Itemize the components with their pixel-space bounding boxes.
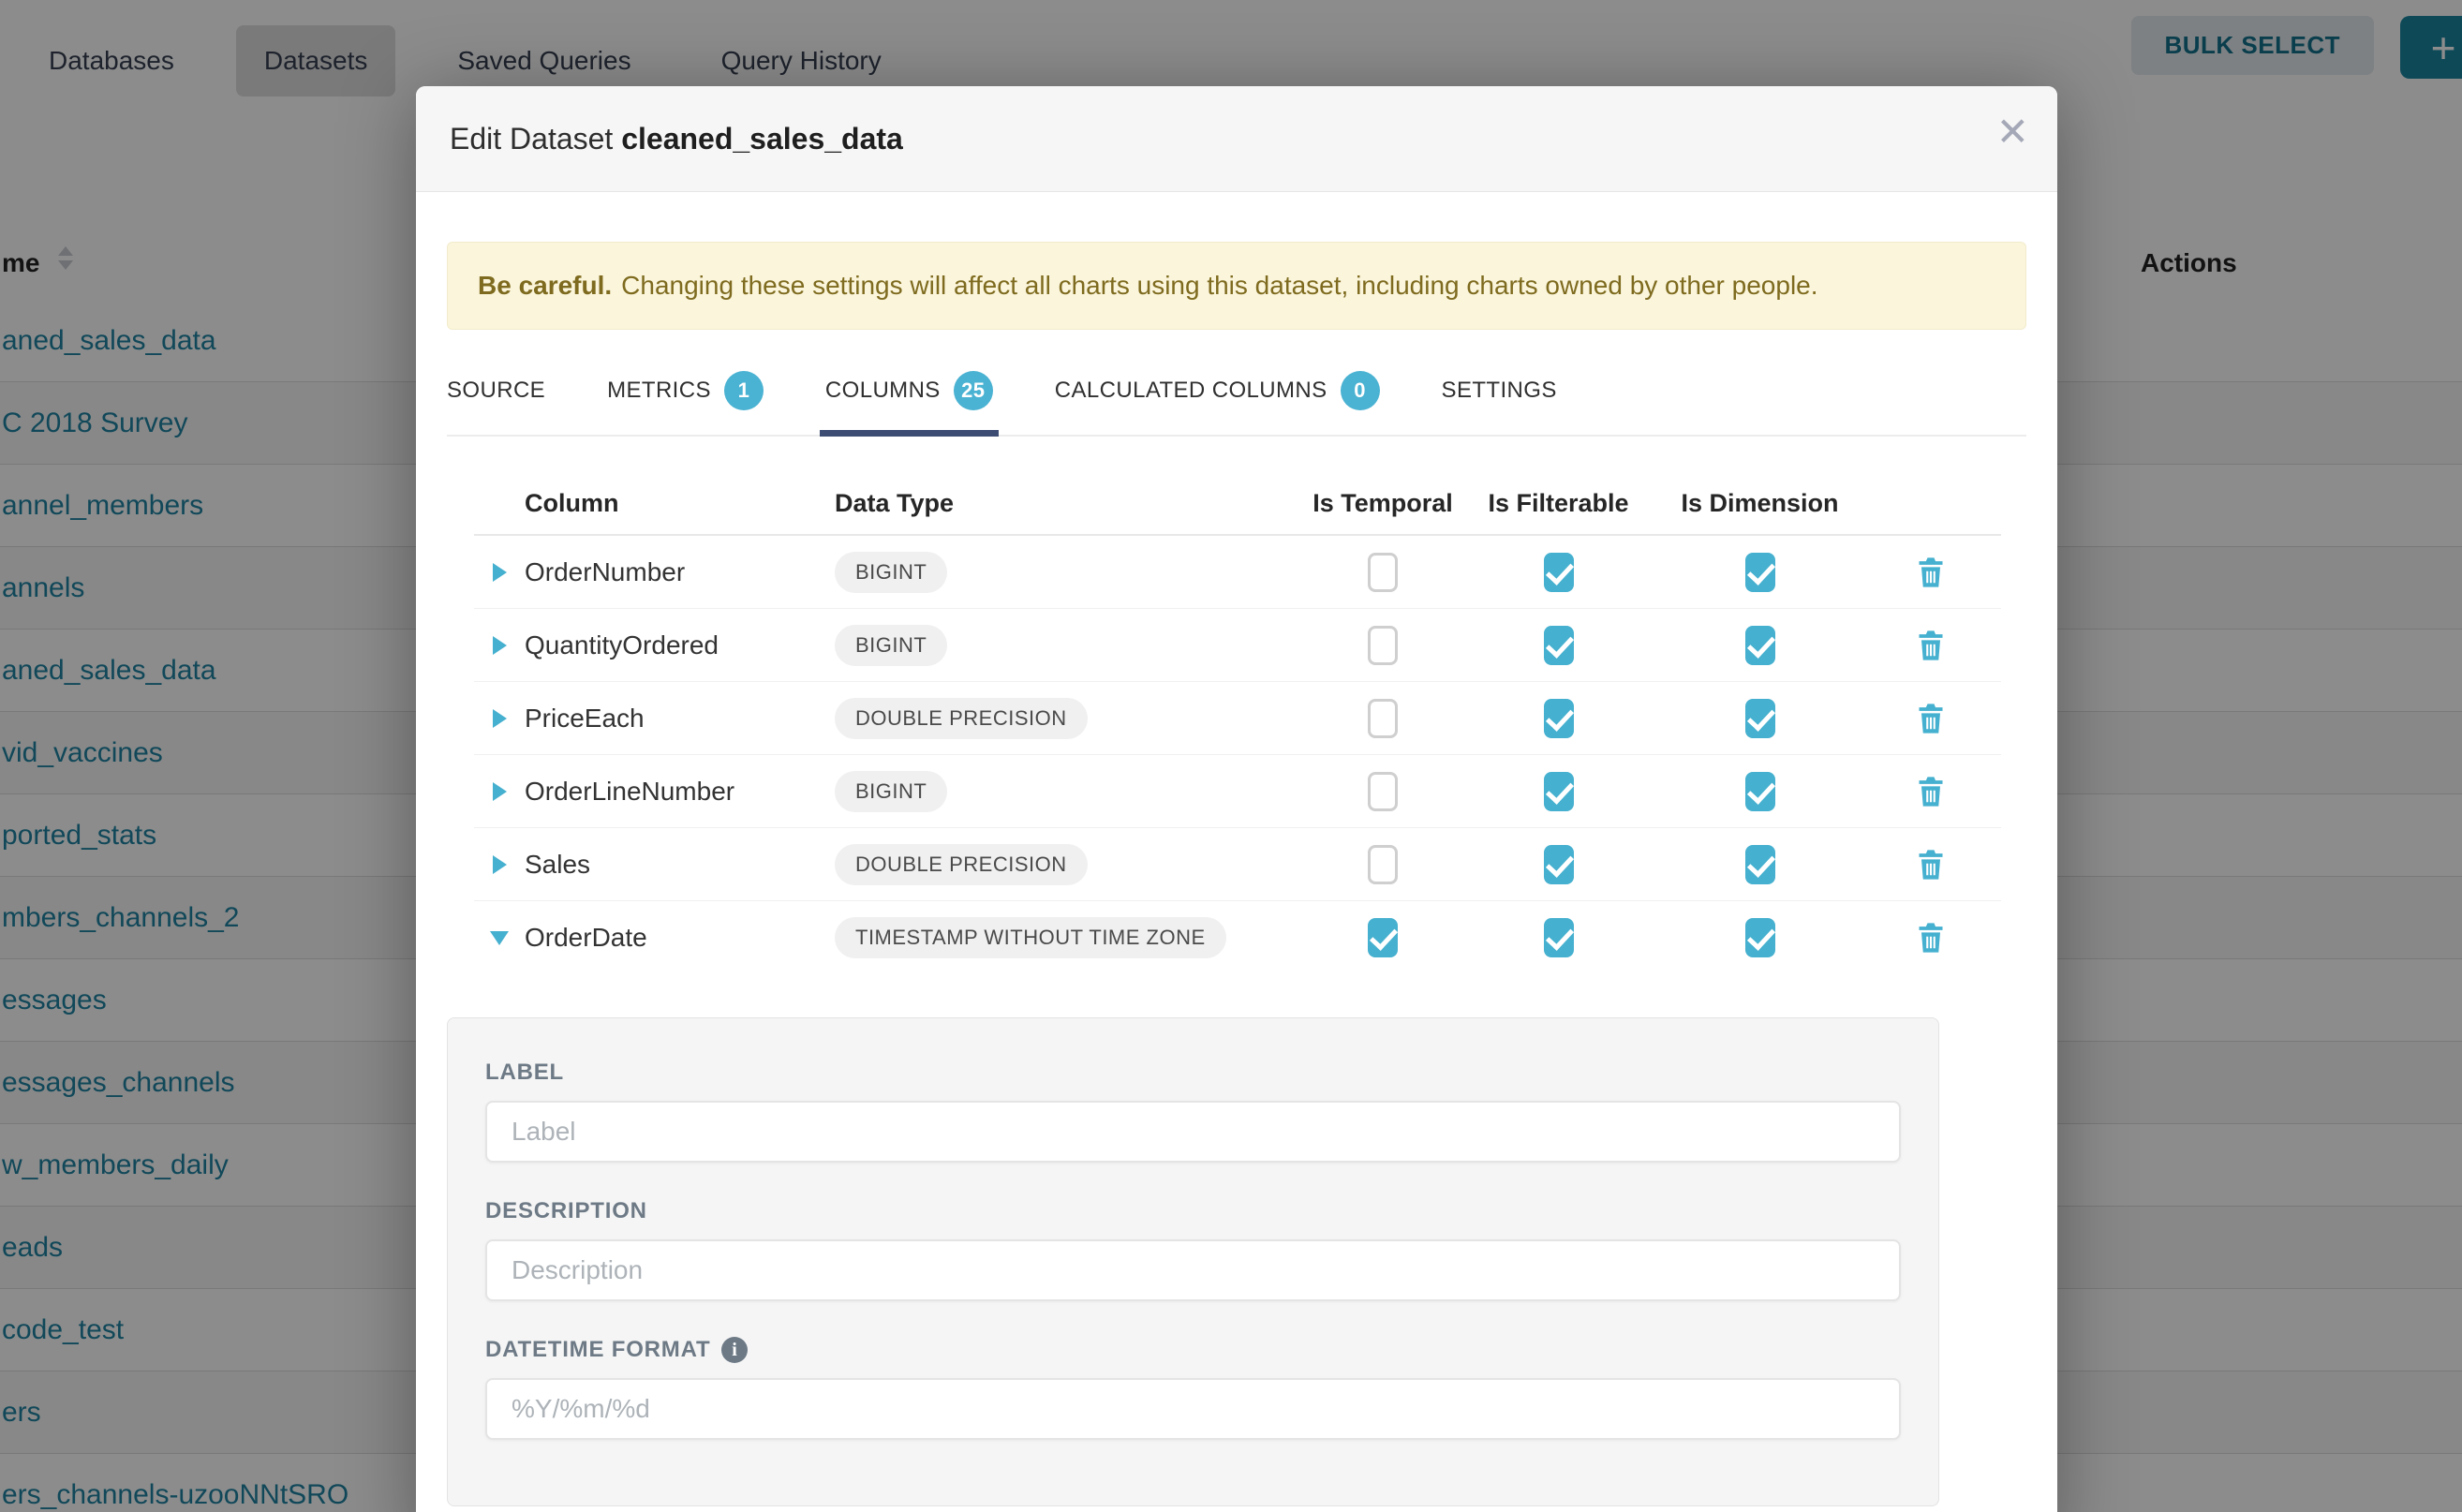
tab-count-badge: 25 [954,371,993,410]
delete-column-icon[interactable] [1861,849,2001,881]
warning-banner-text: Changing these settings will affect all … [621,271,1817,300]
edit-dataset-modal: Edit Dataset cleaned_sales_data ✕ Be car… [416,86,2057,1512]
is-dimension-checkbox[interactable] [1745,845,1775,884]
modal-tabs: SOURCE METRICS 1 COLUMNS 25 CALCULATED COLUMN… [447,345,2026,437]
is-temporal-checkbox[interactable] [1368,918,1398,957]
column-row-orderdate: OrderDateTIMESTAMP WITHOUT TIME ZONE [474,901,2001,974]
app-root: DatabasesDatasetsSaved QueriesQuery Hist… [0,0,2462,1512]
column-row-ordernumber: OrderNumberBIGINT [474,536,2001,609]
is-filterable-checkbox[interactable] [1544,553,1574,592]
modal-body: Be careful. Changing these settings will … [416,242,2057,1506]
datatype-pill: BIGINT [835,771,947,812]
description-field-label: DESCRIPTION [485,1198,1901,1224]
tab-label: CALCULATED COLUMNS [1055,378,1327,404]
tab-label: METRICS [607,378,711,404]
datatype-pill: TIMESTAMP WITHOUT TIME ZONE [835,917,1226,958]
column-name: OrderLineNumber [525,777,835,807]
is-temporal-checkbox[interactable] [1368,699,1398,738]
delete-column-icon[interactable] [1861,776,2001,808]
info-icon[interactable]: i [721,1337,748,1363]
expand-caret-icon[interactable] [493,782,507,801]
column-name: Sales [525,850,835,880]
expand-caret-icon[interactable] [493,709,507,728]
datatype-pill: DOUBLE PRECISION [835,698,1088,739]
is-dimension-checkbox[interactable] [1745,553,1775,592]
description-input[interactable] [485,1239,1901,1301]
expand-caret-icon[interactable] [493,636,507,655]
column-row-quantityordered: QuantityOrderedBIGINT [474,609,2001,682]
columns-table-body: OrderNumberBIGINTQuantityOrderedBIGINTPr… [474,536,2001,974]
tab-columns[interactable]: COLUMNS 25 [825,371,993,435]
delete-column-icon[interactable] [1861,703,2001,734]
delete-column-icon[interactable] [1861,922,2001,954]
modal-title: Edit Dataset cleaned_sales_data [450,122,903,156]
delete-column-icon[interactable] [1861,630,2001,661]
label-field-label: LABEL [485,1060,1901,1086]
label-input[interactable] [485,1101,1901,1163]
columns-table-header: Column Data Type Is Temporal Is Filterab… [474,472,2001,536]
is-temporal-checkbox[interactable] [1368,772,1398,811]
tab-source[interactable]: SOURCE [447,371,545,435]
warning-banner: Be careful. Changing these settings will … [447,242,2026,330]
datetime-format-field-label: DATETIME FORMAT i [485,1337,1901,1363]
tab-count-badge: 0 [1341,371,1380,410]
datatype-pill: BIGINT [835,552,947,593]
is-filterable-checkbox[interactable] [1544,918,1574,957]
column-row-priceeach: PriceEachDOUBLE PRECISION [474,682,2001,755]
warning-banner-bold: Be careful. [478,271,612,300]
is-temporal-checkbox[interactable] [1368,845,1398,884]
expand-caret-icon[interactable] [493,563,507,582]
is-dimension-header: Is Dimension [1659,489,1861,518]
is-filterable-header: Is Filterable [1458,489,1659,518]
collapse-caret-icon[interactable] [490,931,509,945]
is-filterable-checkbox[interactable] [1544,626,1574,665]
is-dimension-checkbox[interactable] [1745,699,1775,738]
datatype-pill: BIGINT [835,625,947,666]
column-detail-panel: LABEL DESCRIPTION DATETIME FORMAT i [447,1017,1939,1506]
modal-header: Edit Dataset cleaned_sales_data ✕ [416,86,2057,192]
column-row-sales: SalesDOUBLE PRECISION [474,828,2001,901]
column-header: Column [525,489,835,518]
is-temporal-checkbox[interactable] [1368,626,1398,665]
tab-count-badge: 1 [724,371,764,410]
is-temporal-checkbox[interactable] [1368,553,1398,592]
tab-label: COLUMNS [825,378,941,404]
modal-title-dataset-name: cleaned_sales_data [621,122,903,156]
is-dimension-checkbox[interactable] [1745,918,1775,957]
tab-label: SETTINGS [1442,378,1557,404]
is-filterable-checkbox[interactable] [1544,699,1574,738]
datatype-pill: DOUBLE PRECISION [835,844,1088,885]
is-dimension-checkbox[interactable] [1745,772,1775,811]
is-filterable-checkbox[interactable] [1544,845,1574,884]
column-name: PriceEach [525,704,835,734]
close-icon[interactable]: ✕ [1996,112,2029,152]
columns-table: Column Data Type Is Temporal Is Filterab… [474,472,2001,974]
is-dimension-checkbox[interactable] [1745,626,1775,665]
tab-metrics[interactable]: METRICS 1 [607,371,764,435]
expand-caret-icon[interactable] [493,855,507,874]
column-name: OrderDate [525,923,835,953]
datatype-header: Data Type [835,489,1308,518]
is-temporal-header: Is Temporal [1308,489,1458,518]
datetime-format-input[interactable] [485,1378,1901,1440]
delete-column-icon[interactable] [1861,556,2001,588]
column-row-orderlinenumber: OrderLineNumberBIGINT [474,755,2001,828]
tab-settings[interactable]: SETTINGS [1442,371,1557,435]
column-name: OrderNumber [525,557,835,587]
modal-title-prefix: Edit Dataset [450,122,613,156]
tab-label: SOURCE [447,378,545,404]
is-filterable-checkbox[interactable] [1544,772,1574,811]
column-name: QuantityOrdered [525,630,835,660]
tab-calculated-columns[interactable]: CALCULATED COLUMNS 0 [1055,371,1380,435]
